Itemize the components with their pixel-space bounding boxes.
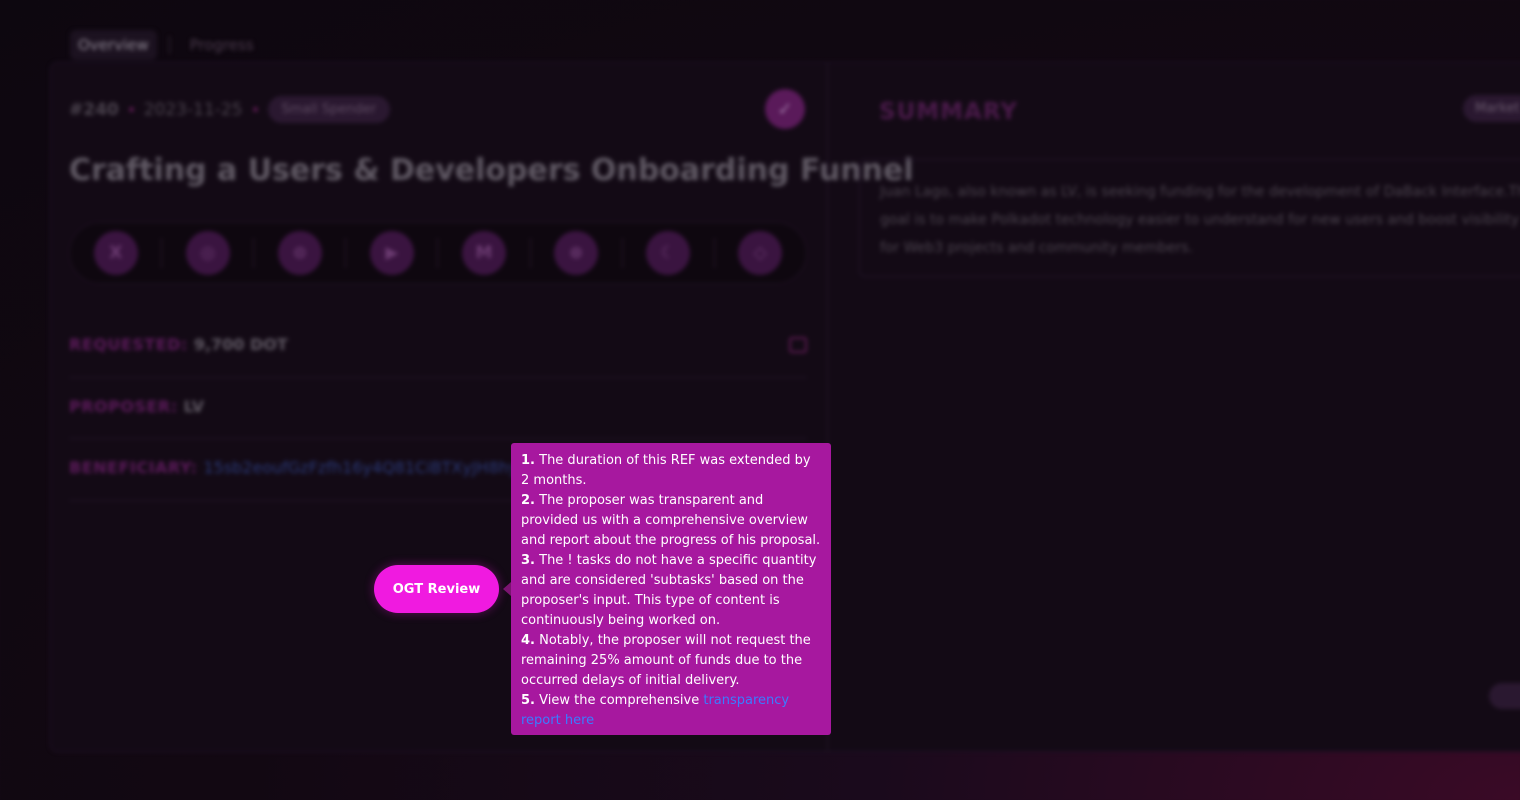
tooltip-item-number: 5. xyxy=(521,693,535,708)
tooltip-item-number: 3. xyxy=(521,553,535,568)
summary-text: Juan Lago, also known as LV, is seeking … xyxy=(880,184,1520,256)
tooltip-item-number: 2. xyxy=(521,493,535,508)
category-badge: Market xyxy=(1463,95,1520,122)
meta-separator xyxy=(252,107,258,112)
tab-bar: Overview Progress xyxy=(70,30,262,60)
tooltip-item-text: The duration of this REF was extended by… xyxy=(521,453,811,488)
social-divider xyxy=(529,238,531,268)
requested-row: REQUESTED: 9,700 DOT xyxy=(69,335,807,378)
meta-separator xyxy=(128,107,134,112)
tooltip-item: 5. View the comprehensive transparency r… xyxy=(521,691,821,731)
proposal-date: 2023-11-25 xyxy=(143,99,243,120)
proposer-value: LV xyxy=(183,397,205,416)
proposal-id: #240 xyxy=(69,99,119,120)
tooltip-item: 1. The duration of this REF was extended… xyxy=(521,451,821,491)
check-icon[interactable]: ✓ xyxy=(765,89,805,129)
summary-box: Juan Lago, also known as LV, is seeking … xyxy=(859,159,1520,277)
tooltip-item: 4. Notably, the proposer will not reques… xyxy=(521,631,821,691)
discord-icon[interactable]: ⊛ xyxy=(554,231,599,275)
x-icon[interactable]: X xyxy=(93,231,138,275)
proposer-label: PROPOSER: xyxy=(69,397,178,416)
beneficiary-address[interactable]: 15sb2eoufGzFzfh16y4Q81CiBTXyJH8hy xyxy=(203,458,518,477)
social-divider xyxy=(161,238,163,268)
requested-label: REQUESTED: xyxy=(69,335,188,354)
tooltip-item-text: Notably, the proposer will not request t… xyxy=(521,633,811,688)
track-badge: Small Spender xyxy=(267,96,391,123)
ogt-review-button[interactable]: OGT Review xyxy=(374,565,499,613)
social-links-bar: X ◎ ⊙ ▶ M ⊛ ☾ ◇ xyxy=(69,222,807,284)
beneficiary-label: BENEFICIARY: xyxy=(69,458,198,477)
summary-title: SUMMARY xyxy=(879,99,1018,125)
tooltip-item-text: The proposer was transparent and provide… xyxy=(521,493,821,548)
tooltip-item-number: 1. xyxy=(521,453,535,468)
tooltip-item-text: The ! tasks do not have a specific quant… xyxy=(521,553,817,628)
github-icon[interactable]: ⊙ xyxy=(277,231,322,275)
proposer-row: PROPOSER: LV xyxy=(69,397,807,439)
tooltip-item-number: 4. xyxy=(521,633,535,648)
medium-icon[interactable]: M xyxy=(462,231,507,275)
social-divider xyxy=(713,238,715,268)
tooltip-item-text: View the comprehensive xyxy=(539,693,700,708)
youtube-icon[interactable]: ▶ xyxy=(369,231,414,275)
proposal-title: Crafting a Users & Developers Onboarding… xyxy=(69,153,914,188)
tooltip-item: 3. The ! tasks do not have a specific qu… xyxy=(521,551,821,631)
diamond-icon[interactable]: ◇ xyxy=(738,231,783,275)
social-divider xyxy=(437,238,439,268)
tooltip-pointer-icon xyxy=(503,582,511,596)
requested-value: 9,700 DOT xyxy=(193,335,288,354)
review-tooltip: 1. The duration of this REF was extended… xyxy=(511,443,831,735)
read-more-badge[interactable] xyxy=(1489,683,1520,709)
social-divider xyxy=(345,238,347,268)
tooltip-item: 2. The proposer was transparent and prov… xyxy=(521,491,821,551)
summary-section: SUMMARY Market Juan Lago, also known as … xyxy=(841,63,1520,751)
moon-icon[interactable]: ☾ xyxy=(646,231,691,275)
social-divider xyxy=(621,238,623,268)
tab-overview[interactable]: Overview xyxy=(70,30,157,60)
social-divider xyxy=(253,238,255,268)
tab-progress[interactable]: Progress xyxy=(182,30,262,60)
globe-icon[interactable]: ◎ xyxy=(185,231,230,275)
copy-icon[interactable] xyxy=(789,337,807,353)
tab-divider xyxy=(168,36,170,54)
proposal-meta: #240 2023-11-25 Small Spender xyxy=(69,96,391,123)
